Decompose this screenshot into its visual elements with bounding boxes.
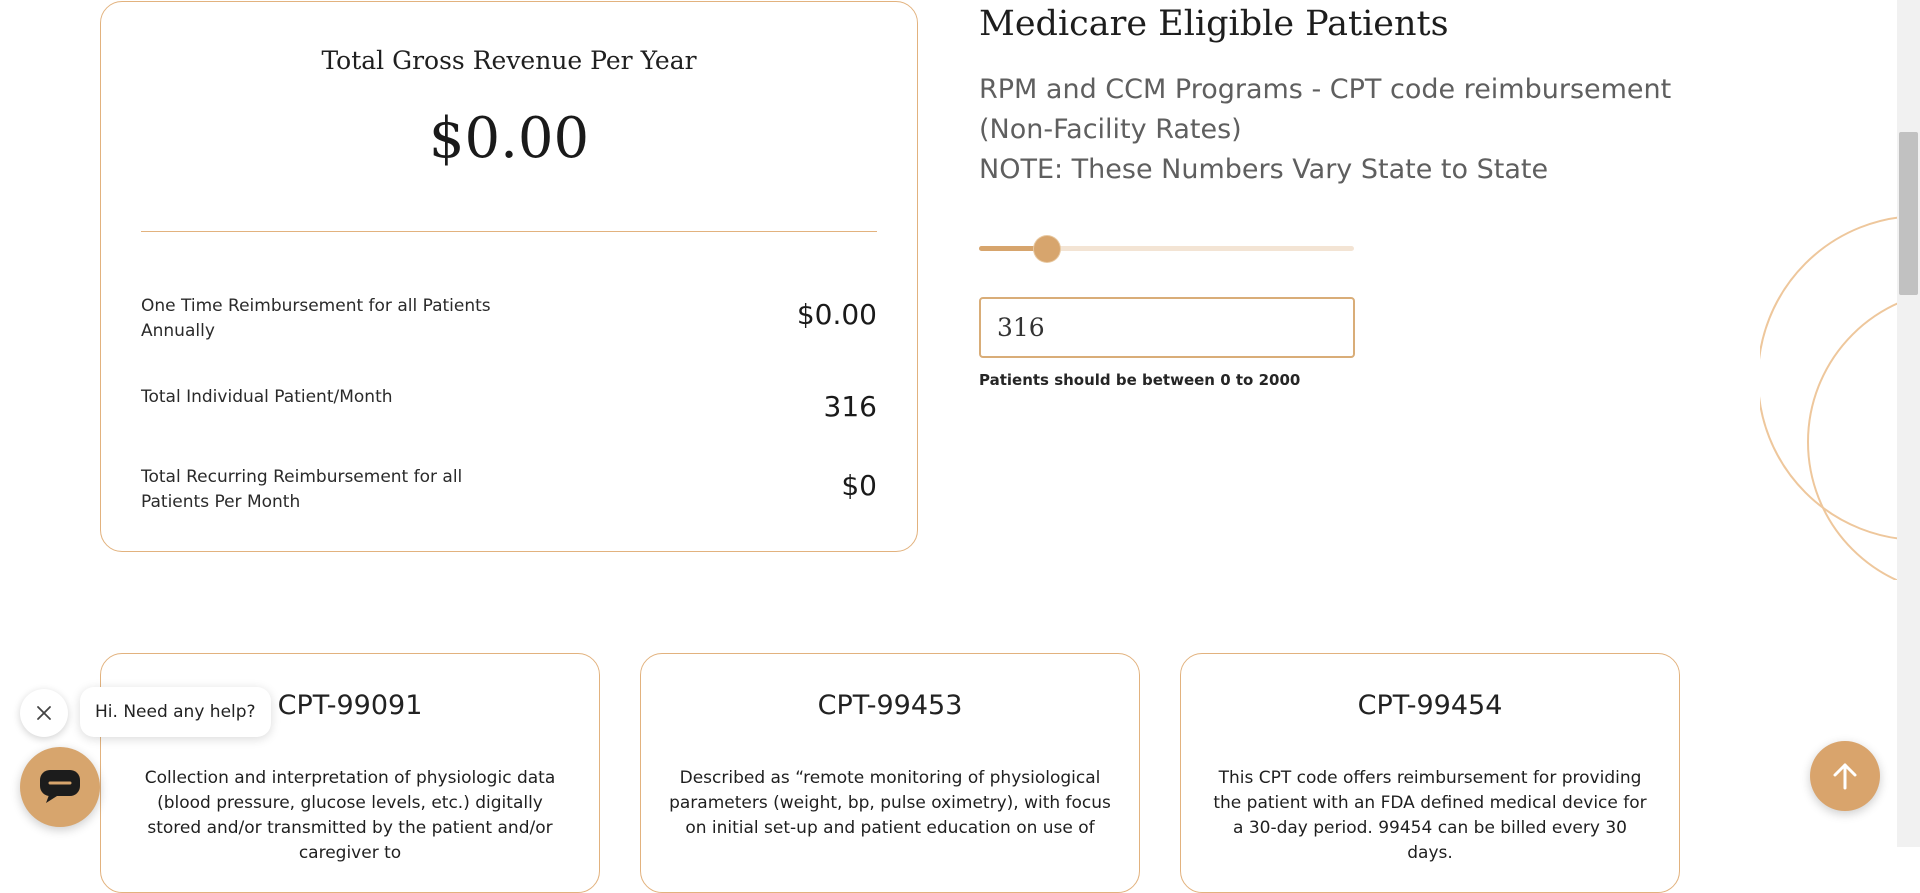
summary-row-value: $0	[841, 469, 877, 502]
summary-row-value: 316	[823, 390, 877, 423]
program-description: RPM and CCM Programs - CPT code reimburs…	[979, 70, 1739, 190]
summary-row-value: $0.00	[796, 298, 877, 331]
arrow-up-icon	[1833, 763, 1857, 790]
patients-range-hint: Patients should be between 0 to 2000	[979, 371, 1301, 389]
program-line-note: NOTE: These Numbers Vary State to State	[979, 154, 1549, 185]
scrollbar-thumb[interactable]	[1899, 132, 1918, 295]
close-icon	[37, 706, 51, 720]
cpt-description: Collection and interpretation of physiol…	[144, 768, 556, 863]
summary-row-label: Total Individual Patient/Month	[141, 387, 393, 407]
patients-count-input[interactable]	[979, 297, 1355, 358]
cpt-code: CPT-99453	[817, 690, 963, 721]
program-line-cpt: RPM and CCM Programs - CPT code reimburs…	[979, 74, 1672, 145]
cpt-description: Described as “remote monitoring of physi…	[669, 768, 1111, 838]
cpt-card-99454: CPT-99454 This CPT code offers reimburse…	[1180, 653, 1680, 893]
chat-launcher-button[interactable]	[20, 747, 100, 827]
slider-thumb[interactable]	[1034, 236, 1060, 262]
cpt-card-99453: CPT-99453 Described as “remote monitorin…	[640, 653, 1140, 893]
back-to-top-button[interactable]	[1810, 741, 1880, 811]
summary-row-label: One Time Reimbursement for all Patients …	[141, 296, 491, 341]
medicare-eligible-title: Medicare Eligible Patients	[979, 4, 1449, 44]
summary-title: Total Gross Revenue Per Year	[321, 46, 697, 75]
decorative-circles	[1760, 216, 1900, 580]
summary-divider	[141, 231, 877, 232]
summary-row-label: Total Recurring Reimbursement for all Pa…	[141, 467, 463, 512]
cpt-code: CPT-99454	[1357, 690, 1503, 721]
total-gross-revenue-amount: $0.00	[428, 106, 590, 171]
chat-greeting-bubble[interactable]: Hi. Need any help?	[80, 687, 271, 737]
cpt-description: This CPT code offers reimbursement for p…	[1213, 768, 1647, 863]
patients-slider[interactable]	[979, 236, 1354, 262]
chat-close-button[interactable]	[20, 689, 68, 737]
chat-icon	[40, 770, 80, 803]
revenue-summary-card: Total Gross Revenue Per Year $0.00 One T…	[100, 1, 918, 552]
page-scrollbar[interactable]	[1897, 0, 1920, 847]
